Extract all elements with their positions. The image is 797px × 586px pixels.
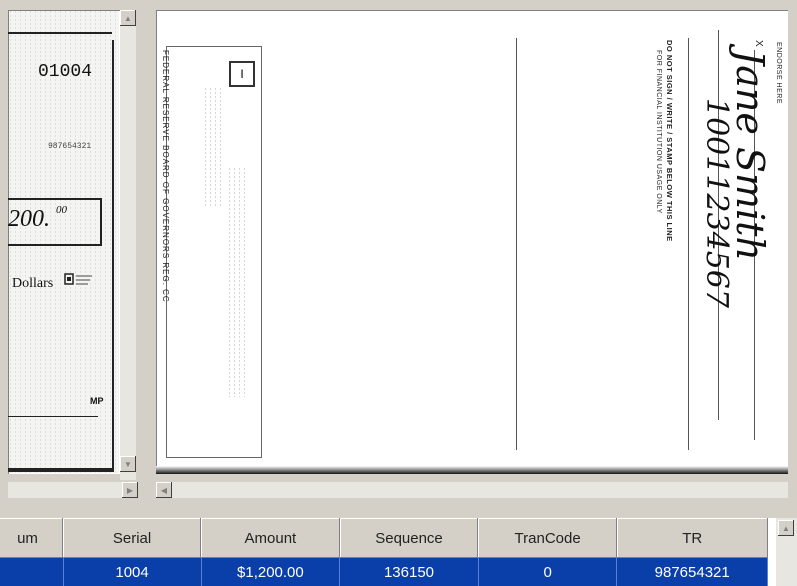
financial-institution-usage: FOR FINANCIAL INSTITUTION USAGE ONLY bbox=[655, 50, 662, 214]
stamp-mark: I bbox=[229, 61, 255, 87]
check-front-image-pane[interactable]: 01004 987654321 200. 00 Dollars MP bbox=[8, 10, 120, 474]
initials: MP bbox=[90, 396, 104, 406]
cell-amount[interactable]: $1,200.00 bbox=[201, 558, 341, 586]
column-header-sequence[interactable]: Sequence bbox=[339, 518, 479, 558]
cell-um[interactable] bbox=[0, 558, 64, 586]
security-lock-icon bbox=[64, 272, 94, 290]
check-top-border bbox=[8, 32, 112, 34]
cell-trancode[interactable]: 0 bbox=[478, 558, 618, 586]
dollars-label: Dollars bbox=[12, 276, 54, 291]
grid-scroll-up-arrow-icon[interactable]: ▲ bbox=[778, 520, 794, 536]
amount-value: 200. bbox=[8, 206, 50, 232]
endorse-here-label: ENDORSE HERE bbox=[775, 42, 782, 105]
pane-splitter[interactable] bbox=[138, 8, 154, 500]
bank-stamp-block: I bbox=[166, 46, 262, 458]
routing-number-fragment: 987654321 bbox=[48, 142, 92, 151]
endorsement-signature: Jane Smith bbox=[728, 50, 772, 261]
stamp-text-block-2 bbox=[227, 167, 247, 397]
check-bottom-edge bbox=[156, 466, 788, 474]
check-number: 01004 bbox=[38, 62, 93, 82]
left-pane-horizontal-scrollbar[interactable]: ▶ bbox=[8, 482, 138, 498]
signature-guideline-1 bbox=[688, 38, 689, 450]
column-header-tr[interactable]: TR bbox=[616, 518, 768, 558]
do-not-sign-warning: DO NOT SIGN / WRITE / STAMP BELOW THIS L… bbox=[665, 40, 674, 242]
amount-box: 200. 00 bbox=[8, 198, 102, 246]
right-pane-horizontal-scrollbar[interactable]: ◀ bbox=[156, 482, 788, 498]
handwritten-account-number: 10011234567 bbox=[699, 98, 734, 308]
endorse-area-divider bbox=[516, 38, 517, 450]
endorse-x-mark: X bbox=[753, 40, 764, 47]
transaction-grid[interactable]: um Serial Amount Sequence TranCode TR 10… bbox=[0, 518, 776, 586]
check-bottom-border bbox=[8, 468, 112, 472]
signature-line bbox=[8, 416, 98, 417]
scroll-right-arrow-icon[interactable]: ▶ bbox=[122, 482, 138, 498]
stamp-text-block bbox=[203, 87, 223, 207]
cell-serial[interactable]: 1004 bbox=[63, 558, 202, 586]
cell-sequence[interactable]: 136150 bbox=[339, 558, 479, 586]
check-right-border bbox=[8, 40, 114, 472]
grid-vertical-scrollbar[interactable]: ▲ bbox=[776, 518, 797, 586]
column-header-amount[interactable]: Amount bbox=[201, 518, 340, 558]
cell-tr[interactable]: 987654321 bbox=[616, 558, 768, 586]
left-pane-vertical-scrollbar[interactable]: ▲ ▼ bbox=[120, 10, 136, 480]
column-header-trancode[interactable]: TranCode bbox=[478, 518, 617, 558]
column-header-serial[interactable]: Serial bbox=[63, 518, 202, 558]
scroll-up-arrow-icon[interactable]: ▲ bbox=[120, 10, 136, 26]
amount-cents: 00 bbox=[56, 204, 67, 216]
column-header-um[interactable]: um bbox=[0, 518, 64, 558]
fed-reserve-line: FEDERAL RESERVE BOARD OF GOVERNORS REG. … bbox=[161, 50, 170, 303]
check-back-image-pane[interactable]: I FEDERAL RESERVE BOARD OF GOVERNORS REG… bbox=[156, 10, 788, 474]
table-row[interactable]: 1004 $1,200.00 136150 0 987654321 bbox=[0, 558, 768, 586]
scroll-left-arrow-icon[interactable]: ◀ bbox=[156, 482, 172, 498]
scroll-down-arrow-icon[interactable]: ▼ bbox=[120, 456, 136, 472]
